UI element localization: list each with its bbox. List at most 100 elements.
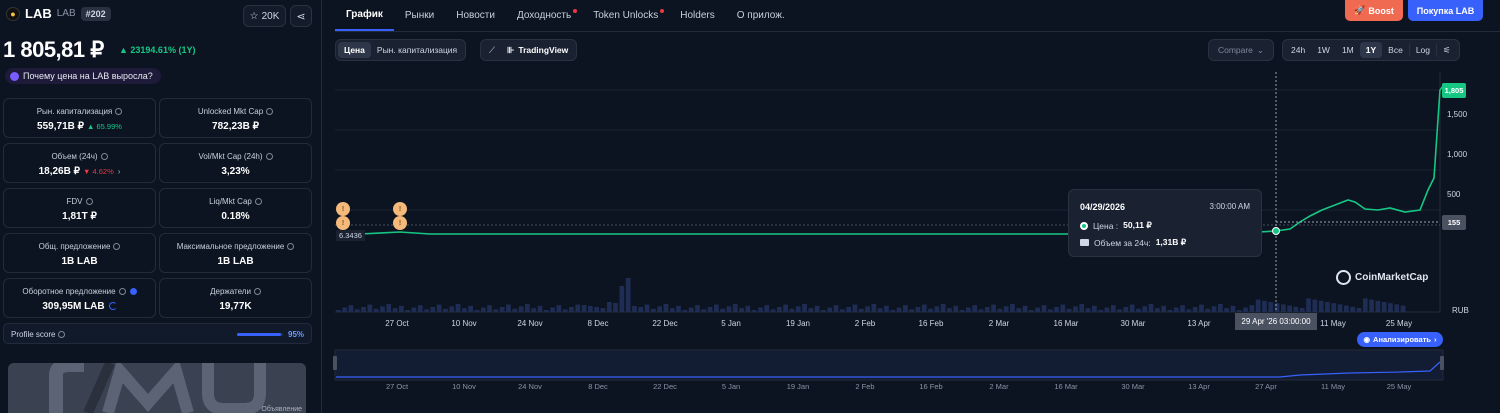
x-tick: 30 Mar <box>1120 319 1146 328</box>
x-tick: 16 Feb <box>918 319 944 328</box>
volume-bar <box>512 308 518 312</box>
x-tick: 22 Dec <box>652 319 678 328</box>
volume-bar <box>606 302 612 312</box>
volume-bar <box>342 307 347 312</box>
navigator-x-tick: 13 Apr <box>1188 382 1210 391</box>
coin-page: ● LAB LAB #202 ☆ 20K ⋖ 1 805,81 ₽ ▲ 2319… <box>0 0 1500 413</box>
start-price-label: 6.3436 <box>336 230 365 241</box>
tooltip-price: 50,11 ₽ <box>1123 220 1152 230</box>
analyze-button[interactable]: ◉ Анализировать › <box>1357 332 1443 347</box>
event-marker[interactable]: ! <box>336 216 350 230</box>
volume-bar <box>751 310 757 312</box>
volume-bar <box>802 304 807 312</box>
tooltip-time: 3:00:00 AM <box>1209 202 1250 211</box>
navigator-x-tick: 8 Dec <box>588 382 608 391</box>
tooltip-volume-label: Объем за 24ч: <box>1094 237 1151 248</box>
x-tick: 11 May <box>1320 319 1346 328</box>
x-tick: 2 Feb <box>854 319 876 328</box>
volume-bar <box>701 309 707 312</box>
volume-bar <box>852 304 858 312</box>
volume-bar <box>1167 310 1173 312</box>
volume-bar <box>449 306 455 312</box>
navigator-handle-right <box>1440 356 1444 370</box>
volume-bar <box>436 304 442 312</box>
volume-bar <box>676 305 681 312</box>
volume-bar <box>1029 310 1034 312</box>
volume-bar <box>1180 305 1185 312</box>
volume-bar <box>411 307 417 312</box>
volume-bar <box>707 307 713 312</box>
volume-bar <box>896 307 902 312</box>
volume-bar <box>1098 310 1103 312</box>
volume-bar <box>714 304 719 312</box>
volume-bar <box>1110 305 1116 312</box>
volume-bar <box>638 307 644 312</box>
volume-bar <box>392 308 398 312</box>
navigator-x-tick: 16 Mar <box>1054 382 1078 391</box>
x-tick: 25 May <box>1385 319 1413 328</box>
x-tick: 16 Mar <box>1053 319 1079 328</box>
volume-bar <box>1243 307 1248 312</box>
volume-bar <box>468 305 473 312</box>
volume-bar <box>455 304 461 312</box>
tooltip-volume: 1,31B ₽ <box>1155 237 1187 247</box>
volume-bar <box>386 304 392 312</box>
volume-bar <box>814 305 820 312</box>
volume-bar <box>808 308 814 312</box>
event-marker[interactable]: ! <box>393 216 407 230</box>
volume-bar <box>480 307 486 312</box>
volume-bar <box>865 306 870 312</box>
volume-bar <box>726 306 732 312</box>
volume-bar <box>1381 302 1387 312</box>
volume-bar <box>562 309 568 312</box>
volume-bar <box>770 309 776 312</box>
volume-bar <box>443 308 448 312</box>
x-tick: 2 Mar <box>988 319 1010 328</box>
x-tick: 24 Nov <box>517 319 543 328</box>
volume-bar <box>1362 298 1368 312</box>
volume-bar <box>997 308 1003 312</box>
volume-bar <box>890 310 896 312</box>
crosshair-price-tag: 155 <box>1442 215 1466 230</box>
navigator-x-tick: 10 Nov <box>452 382 476 391</box>
volume-bar <box>978 309 984 312</box>
volume-bar <box>506 304 511 312</box>
volume-bar <box>632 306 637 312</box>
volume-bar <box>991 304 996 312</box>
volume-bar <box>417 305 423 312</box>
volume-bar <box>789 308 795 312</box>
navigator-x-tick: 30 Mar <box>1121 382 1145 391</box>
volume-bar <box>1161 305 1166 312</box>
volume-bar <box>575 304 581 312</box>
volume-bar <box>348 305 354 312</box>
volume-bar <box>1325 302 1330 312</box>
volume-bar <box>953 305 959 312</box>
volume-bar <box>543 310 549 312</box>
tooltip-date: 04/29/2026 <box>1080 202 1126 212</box>
volume-bar <box>424 309 429 312</box>
volume-bar <box>1268 302 1274 312</box>
volume-bar <box>556 305 562 312</box>
event-marker[interactable]: ! <box>393 202 407 216</box>
cmc-logo-icon <box>1336 270 1351 285</box>
price-chart[interactable] <box>0 0 1500 413</box>
volume-bar <box>1356 308 1362 312</box>
volume-bar <box>336 310 341 312</box>
navigator-x-tick: 16 Feb <box>919 382 943 391</box>
volume-bar <box>1211 306 1217 312</box>
volume-bar <box>354 309 360 312</box>
volume-bar <box>1293 306 1299 312</box>
volume-bar <box>644 304 650 312</box>
volume-bar <box>1022 305 1028 312</box>
x-tick: 13 Apr <box>1187 319 1211 328</box>
navigator-x-tick: 2 Feb <box>855 382 875 391</box>
volume-bar <box>525 304 530 312</box>
chart-tooltip: 04/29/2026 3:00:00 AM Цена : 50,11 ₽ Объе… <box>1068 189 1262 257</box>
volume-bar <box>367 304 373 312</box>
volume-bar <box>361 307 366 312</box>
volume-bar <box>1287 305 1292 312</box>
x-tick: 27 Oct <box>385 319 409 328</box>
event-marker[interactable]: ! <box>336 202 350 216</box>
navigator-handle-left <box>333 356 337 370</box>
volume-bar <box>1274 303 1280 312</box>
